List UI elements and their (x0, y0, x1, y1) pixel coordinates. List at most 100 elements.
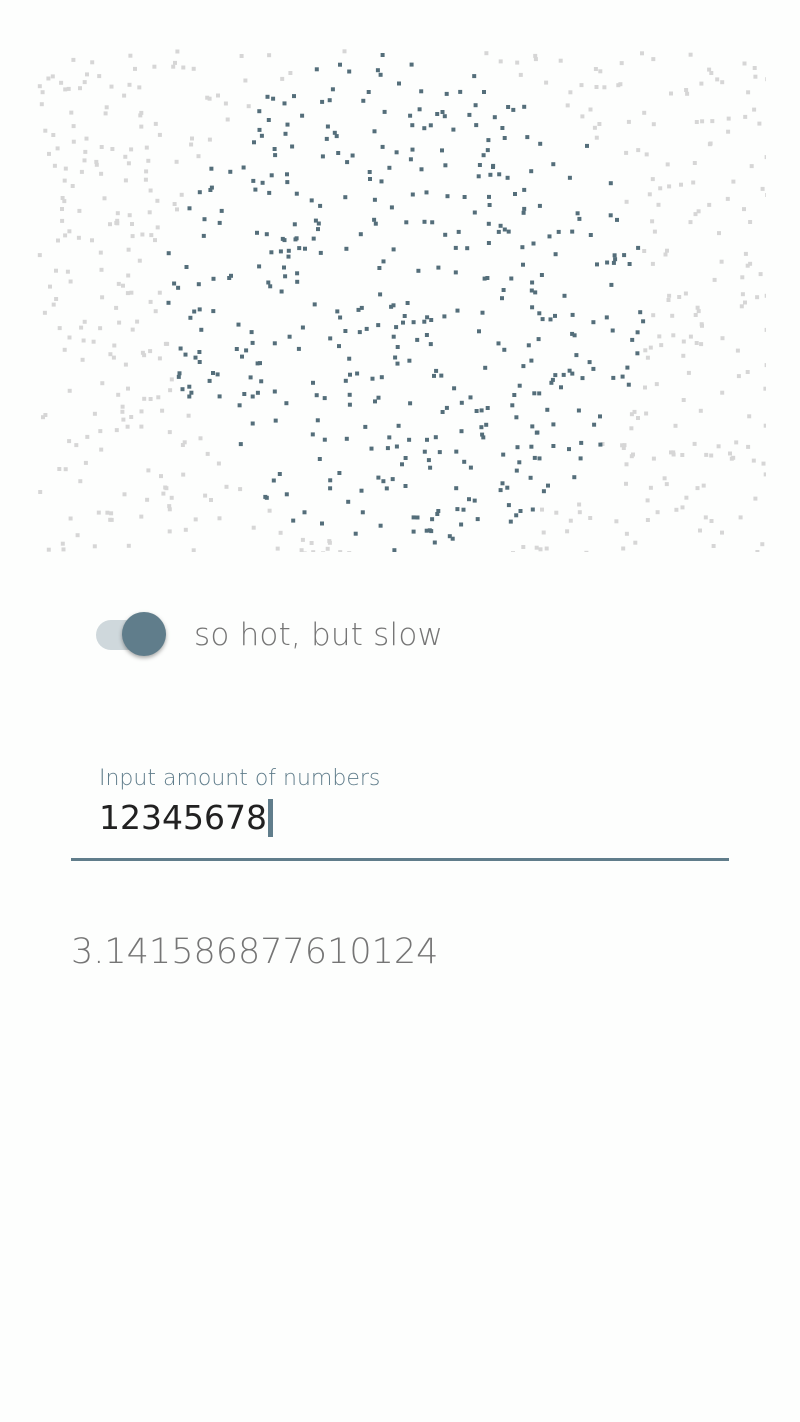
inside-point (277, 472, 282, 476)
outside-point (83, 149, 88, 154)
inside-point (255, 230, 259, 235)
amount-input-field[interactable]: Input amount of numbers 12345678 (71, 764, 729, 864)
inside-point (197, 190, 202, 195)
inside-point (605, 260, 610, 265)
inside-point (467, 112, 472, 117)
inside-point (483, 365, 488, 370)
outside-point (100, 381, 105, 386)
outside-point (691, 180, 696, 185)
outside-point (98, 326, 103, 331)
inside-point (250, 394, 255, 399)
outside-point (97, 74, 102, 79)
outside-point (642, 249, 647, 253)
outside-point (161, 491, 166, 496)
inside-point (537, 203, 542, 208)
outside-point (643, 348, 648, 353)
outside-point (650, 261, 655, 266)
inside-point (350, 153, 355, 158)
inside-point (486, 221, 491, 226)
outside-point (624, 481, 628, 486)
inside-point (482, 276, 487, 281)
inside-point (180, 387, 185, 392)
inside-point (242, 392, 247, 396)
outside-point (677, 295, 682, 299)
inside-point (381, 259, 386, 264)
speed-toggle-switch[interactable] (96, 612, 168, 658)
outside-point (126, 247, 131, 252)
inside-point (166, 251, 171, 256)
outside-point (692, 441, 697, 446)
outside-point (742, 207, 746, 212)
outside-point (68, 516, 73, 521)
inside-point (485, 406, 490, 410)
outside-point (71, 139, 76, 144)
inside-point (407, 358, 412, 363)
outside-point (650, 219, 655, 224)
outside-point (541, 530, 546, 535)
inside-point (387, 165, 392, 170)
outside-point (191, 548, 196, 552)
outside-point (99, 267, 104, 272)
outside-point (597, 122, 602, 126)
inside-point (473, 103, 478, 108)
inside-point (532, 455, 537, 460)
amount-input[interactable]: 12345678 (99, 798, 273, 837)
inside-point (328, 486, 333, 491)
inside-point (521, 364, 526, 369)
inside-point (373, 399, 377, 404)
outside-point (666, 298, 671, 302)
inside-point (529, 169, 534, 174)
outside-point (696, 309, 701, 314)
outside-point (752, 107, 757, 112)
outside-point (288, 71, 293, 75)
switch-thumb[interactable] (122, 612, 166, 656)
outside-point (46, 547, 51, 552)
outside-point (239, 54, 244, 58)
inside-point (229, 273, 233, 278)
outside-point (54, 268, 58, 273)
inside-point (512, 393, 517, 397)
inside-point (435, 112, 440, 116)
outside-point (140, 232, 145, 237)
outside-point (102, 196, 107, 201)
inside-point (193, 355, 198, 360)
outside-point (619, 61, 624, 66)
outside-point (760, 542, 765, 547)
inside-point (432, 540, 437, 545)
inside-point (314, 393, 319, 398)
outside-point (694, 120, 699, 124)
outside-point (181, 472, 186, 477)
outside-point (738, 515, 743, 520)
inside-point (394, 444, 399, 449)
inside-point (380, 144, 385, 149)
outside-point (123, 362, 128, 367)
outside-point (108, 517, 113, 522)
inside-point (461, 507, 466, 512)
outside-point (652, 229, 657, 234)
outside-point (681, 398, 686, 402)
outside-point (746, 90, 751, 95)
outside-point (130, 234, 135, 239)
inside-point (402, 314, 407, 318)
outside-point (735, 348, 740, 353)
inside-point (514, 415, 519, 420)
outside-point (90, 238, 94, 243)
inside-point (472, 74, 477, 79)
inside-point (561, 372, 566, 377)
inside-point (199, 327, 204, 332)
inside-point (530, 424, 535, 429)
inside-point (613, 257, 618, 262)
outside-point (179, 192, 184, 197)
inside-point (432, 373, 436, 378)
outside-point (65, 269, 70, 274)
inside-point (357, 330, 362, 335)
outside-point (684, 88, 689, 92)
outside-point (533, 57, 538, 62)
outside-point (78, 479, 83, 484)
outside-point (126, 543, 131, 548)
inside-point (416, 268, 421, 273)
outside-point (224, 484, 229, 489)
inside-point (172, 281, 177, 286)
inside-point (403, 484, 408, 488)
outside-point (216, 93, 220, 98)
